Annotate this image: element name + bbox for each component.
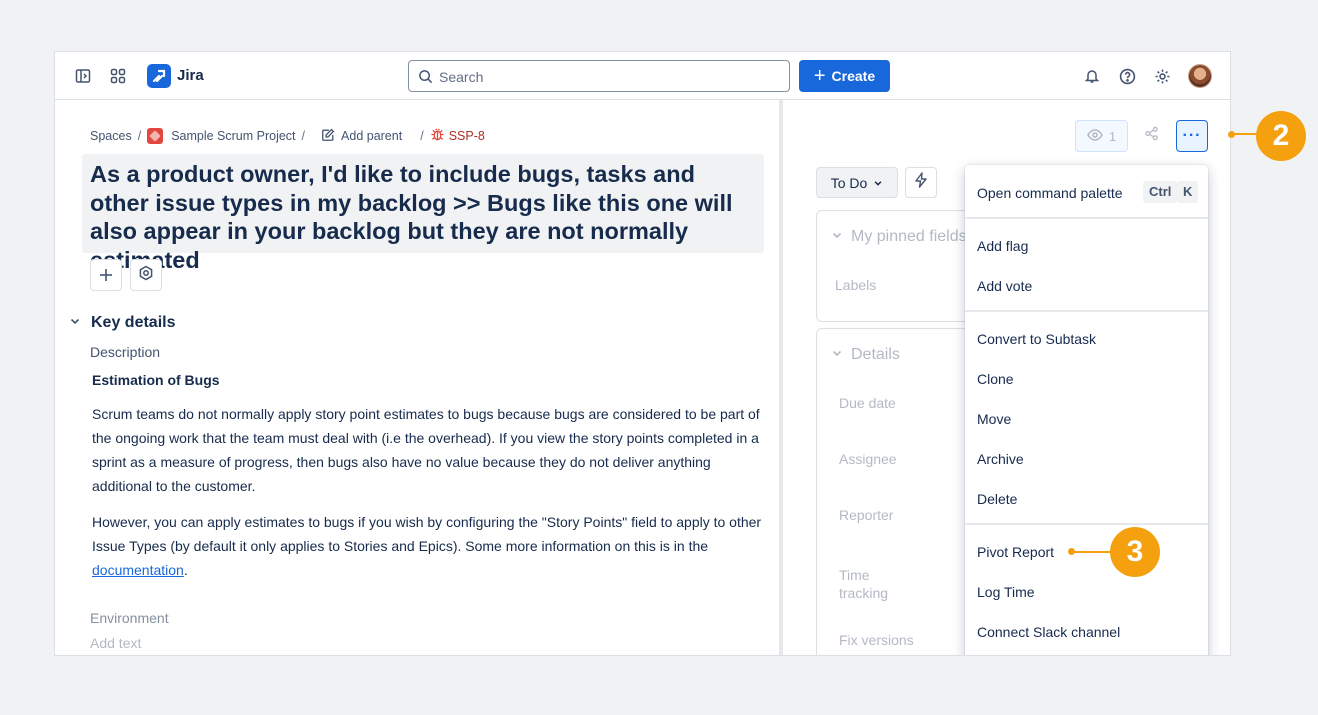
menu-divider [965, 523, 1208, 525]
documentation-link[interactable]: documentation [92, 562, 184, 578]
environment-field[interactable]: Add text [90, 635, 141, 651]
environment-label: Environment [90, 610, 169, 626]
kbd-ctrl: Ctrl [1143, 181, 1178, 203]
more-dots-icon: ··· [1182, 127, 1202, 144]
chevron-down-icon [831, 346, 843, 364]
create-label: Create [831, 68, 876, 84]
pinned-fields-heading: My pinned fields [851, 228, 967, 245]
status-label: To Do [830, 174, 868, 191]
add-button[interactable] [90, 259, 122, 291]
more-actions-menu: Open command palette Ctrl K Add flag Add… [965, 165, 1208, 655]
lightning-bolt-icon [914, 172, 928, 193]
bug-icon [430, 127, 445, 145]
menu-item-clone[interactable]: Clone [977, 371, 1014, 387]
project-avatar-icon [147, 128, 164, 144]
callout-line [1231, 133, 1258, 135]
due-date-label: Due date [839, 395, 896, 411]
time-tracking-label: Time tracking [839, 567, 889, 601]
menu-item-move[interactable]: Move [977, 411, 1011, 427]
breadcrumb-issue-key[interactable]: SSP-8 [430, 127, 485, 145]
plus-icon: + [813, 65, 826, 87]
details-toggle[interactable]: Details [831, 346, 900, 364]
menu-item-connect-slack[interactable]: Connect Slack channel [977, 624, 1120, 640]
chevron-down-icon [831, 228, 843, 246]
description-paragraph-2[interactable]: However, you can apply estimates to bugs… [92, 510, 767, 582]
details-heading: Details [851, 346, 900, 363]
hexagon-settings-icon [138, 265, 154, 286]
pinned-fields-toggle[interactable]: My pinned fields [831, 228, 967, 246]
edit-pencil-icon [321, 128, 335, 145]
settings-gear-icon[interactable] [1152, 66, 1172, 86]
menu-divider [965, 217, 1208, 219]
create-button[interactable]: + Create [799, 60, 890, 92]
more-actions-button[interactable]: ··· [1176, 120, 1208, 152]
menu-item-pivot-report[interactable]: Pivot Report [977, 544, 1054, 560]
pinned-fields-panel: My pinned fields Labels [816, 210, 976, 322]
jira-window: Jira Search + Create Spaces / Sample Scr… [54, 51, 1231, 656]
assignee-label: Assignee [839, 451, 897, 467]
kbd-k: K [1177, 181, 1199, 203]
notifications-bell-icon[interactable] [1082, 66, 1102, 86]
menu-item-delete[interactable]: Delete [977, 491, 1017, 507]
step-3-callout: 3 [1110, 527, 1160, 577]
app-switcher-icon[interactable] [108, 66, 128, 86]
search-placeholder: Search [439, 69, 484, 85]
labels-field-label: Labels [835, 277, 877, 293]
key-details-toggle[interactable]: Key details [69, 314, 175, 332]
breadcrumb-spaces[interactable]: Spaces [90, 129, 132, 143]
callout-line [1071, 551, 1111, 553]
sidebar-toggle-icon[interactable] [73, 66, 93, 86]
breadcrumb: Spaces / Sample Scrum Project / Add pare… [90, 127, 485, 145]
search-icon [418, 69, 433, 89]
share-button[interactable] [1135, 120, 1167, 152]
menu-item-add-flag[interactable]: Add flag [977, 238, 1028, 254]
reporter-label: Reporter [839, 507, 894, 523]
menu-item-add-vote[interactable]: Add vote [977, 278, 1032, 294]
issue-title[interactable]: As a product owner, I'd like to include … [82, 154, 764, 273]
step-2-callout: 2 [1256, 111, 1306, 161]
breadcrumb-add-parent[interactable]: Add parent [341, 129, 402, 143]
chevron-down-icon [873, 175, 883, 191]
breadcrumb-project[interactable]: Sample Scrum Project [171, 129, 295, 143]
apps-button[interactable] [130, 259, 162, 291]
estimation-heading: Estimation of Bugs [92, 372, 220, 388]
jira-logo-icon[interactable] [147, 64, 171, 88]
status-dropdown[interactable]: To Do [816, 167, 898, 198]
menu-divider [965, 310, 1208, 312]
menu-item-convert-to-subtask[interactable]: Convert to Subtask [977, 331, 1096, 347]
chevron-down-icon [69, 314, 81, 332]
watch-button[interactable]: 1 [1075, 120, 1128, 152]
details-panel: Details Due date Assignee Reporter Time … [816, 328, 976, 655]
share-icon [1144, 126, 1159, 146]
help-icon[interactable] [1117, 66, 1137, 86]
eye-icon [1087, 128, 1103, 144]
description-label: Description [90, 344, 161, 360]
menu-item-command-palette[interactable]: Open command palette [977, 185, 1123, 201]
key-details-heading: Key details [91, 314, 176, 331]
fix-versions-label: Fix versions [839, 632, 914, 648]
user-avatar[interactable] [1188, 64, 1212, 88]
issue-title-text: As a product owner, I'd like to include … [90, 161, 733, 273]
top-navigation: Jira Search + Create [55, 52, 1230, 100]
watch-count: 1 [1108, 128, 1117, 144]
pane-resize-handle[interactable] [779, 100, 783, 655]
app-name[interactable]: Jira [177, 67, 204, 84]
search-input[interactable]: Search [408, 60, 790, 92]
automation-button[interactable] [905, 167, 937, 198]
menu-item-log-time[interactable]: Log Time [977, 584, 1035, 600]
description-paragraph-1[interactable]: Scrum teams do not normally apply story … [92, 402, 767, 498]
menu-item-archive[interactable]: Archive [977, 451, 1024, 467]
